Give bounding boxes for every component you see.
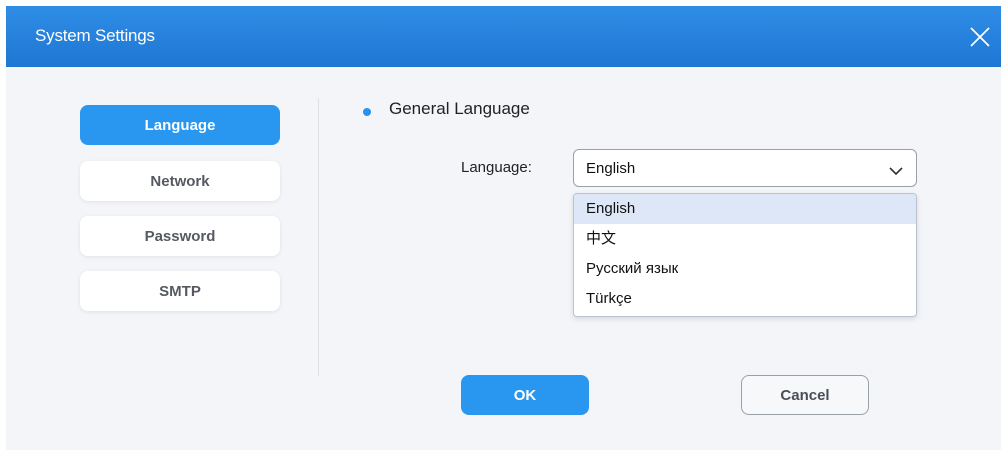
- language-label: Language:: [461, 159, 532, 176]
- chevron-down-icon: [888, 163, 904, 181]
- sidebar-item-label: Language: [144, 116, 216, 134]
- ok-button-label: OK: [513, 386, 537, 404]
- system-settings-dialog: System Settings Language Network Passwor…: [6, 6, 1001, 450]
- language-option-chinese[interactable]: 中文: [574, 224, 916, 254]
- sidebar-item-label: Password: [144, 227, 216, 245]
- section-title: General Language: [389, 99, 530, 118]
- language-option-russian[interactable]: Русский язык: [574, 254, 916, 284]
- dialog-title: System Settings: [35, 26, 155, 45]
- cancel-button[interactable]: Cancel: [741, 375, 869, 415]
- language-option-turkish[interactable]: Türkçe: [574, 284, 916, 314]
- bullet-dot-icon: [363, 108, 371, 116]
- vertical-divider: [318, 98, 319, 376]
- sidebar-item-label: Network: [150, 172, 210, 190]
- sidebar-item-label: SMTP: [159, 282, 201, 300]
- language-option-english[interactable]: English: [574, 194, 916, 224]
- sidebar-item-language[interactable]: Language: [80, 105, 280, 145]
- language-dropdown-menu: English 中文 Русский язык Türkçe: [573, 193, 917, 317]
- sidebar-item-smtp[interactable]: SMTP: [80, 271, 280, 311]
- sidebar-item-password[interactable]: Password: [80, 216, 280, 256]
- close-icon[interactable]: [967, 24, 993, 50]
- language-select-value: English: [586, 160, 636, 177]
- language-select[interactable]: English: [573, 149, 917, 187]
- ok-button[interactable]: OK: [461, 375, 589, 415]
- sidebar-item-network[interactable]: Network: [80, 161, 280, 201]
- title-bar: System Settings: [6, 6, 1001, 67]
- cancel-button-label: Cancel: [780, 386, 830, 404]
